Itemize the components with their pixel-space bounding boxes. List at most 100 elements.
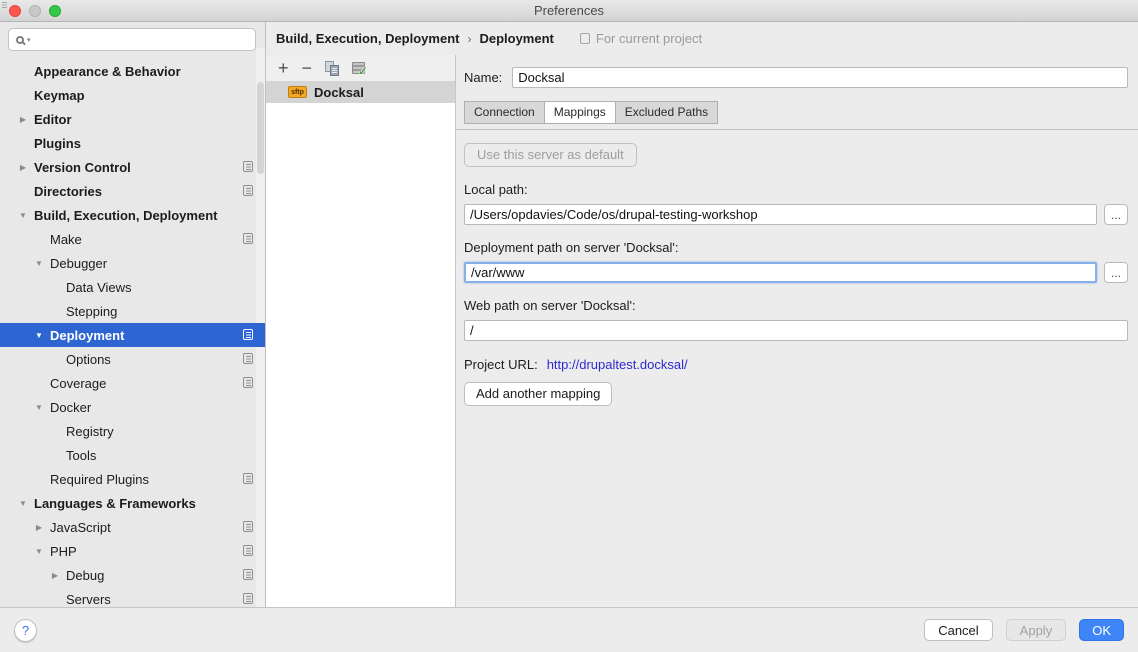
sidebar-item-required-plugins[interactable]: Required Plugins (0, 467, 265, 491)
sidebar-item-label: Build, Execution, Deployment (34, 208, 217, 223)
sidebar-item-label: Make (50, 232, 82, 247)
sidebar-item-data-views[interactable]: Data Views (0, 275, 265, 299)
zoom-window-button[interactable] (49, 5, 61, 17)
per-project-icon (243, 233, 253, 244)
ok-button[interactable]: OK (1079, 619, 1124, 641)
chevron-down-icon[interactable]: ▼ (12, 499, 34, 508)
sidebar-item-label: Debugger (50, 256, 107, 271)
per-project-icon (243, 473, 253, 484)
breadcrumb-section[interactable]: Build, Execution, Deployment (276, 31, 459, 46)
add-icon[interactable]: + (278, 61, 289, 75)
deployment-path-row: ... (464, 262, 1128, 283)
chevron-down-icon[interactable]: ▼ (28, 259, 50, 268)
use-default-button[interactable]: Use this server as default (464, 143, 637, 167)
sidebar-item-plugins[interactable]: Plugins (0, 131, 265, 155)
name-input[interactable] (512, 67, 1128, 88)
sidebar-item-version-control[interactable]: ▶Version Control (0, 155, 265, 179)
local-path-row: ... (464, 204, 1128, 225)
apply-button[interactable]: Apply (1006, 619, 1067, 641)
chevron-right-icon[interactable]: ▶ (12, 163, 34, 172)
name-row: Name: (464, 67, 1128, 88)
per-project-icon (243, 377, 253, 388)
sidebar-item-keymap[interactable]: Keymap (0, 83, 265, 107)
search-options-caret-icon[interactable]: ▾ (27, 36, 31, 44)
add-mapping-button[interactable]: Add another mapping (464, 382, 612, 406)
deployment-path-browse-button[interactable]: ... (1104, 262, 1128, 283)
sidebar-item-deployment[interactable]: ▼Deployment (0, 323, 265, 347)
settings-search-field[interactable]: ▾ (8, 28, 256, 51)
remove-icon[interactable]: − (302, 61, 313, 75)
project-url-row: Project URL: http://drupaltest.docksal/ (464, 357, 1128, 372)
per-project-icon (580, 33, 590, 44)
breadcrumb-separator-icon: › (467, 32, 471, 46)
sidebar-item-directories[interactable]: Directories (0, 179, 265, 203)
chevron-down-icon[interactable]: ▼ (12, 211, 34, 220)
sidebar-item-label: Coverage (50, 376, 106, 391)
sidebar-item-editor[interactable]: ▶Editor (0, 107, 265, 131)
sidebar-item-options[interactable]: Options (0, 347, 265, 371)
sidebar-item-label: Appearance & Behavior (34, 64, 181, 79)
sidebar-item-stepping[interactable]: Stepping (0, 299, 265, 323)
search-input[interactable] (33, 32, 248, 47)
chevron-down-icon[interactable]: ▼ (28, 331, 50, 340)
cancel-button[interactable]: Cancel (924, 619, 992, 641)
sidebar-item-appearance-behavior[interactable]: Appearance & Behavior (0, 59, 265, 83)
content-area: Build, Execution, Deployment › Deploymen… (266, 22, 1138, 607)
help-button[interactable]: ? (14, 619, 37, 642)
chevron-right-icon[interactable]: ▶ (12, 115, 34, 124)
sidebar-item-label: Required Plugins (50, 472, 149, 487)
tab-divider (456, 129, 1138, 130)
footer-bar: ? Cancel Apply OK (0, 607, 1138, 652)
tab-mappings[interactable]: Mappings (544, 101, 616, 124)
deployment-form: Name: ConnectionMappingsExcluded Paths U… (456, 55, 1138, 607)
sidebar-item-label: Registry (66, 424, 114, 439)
sidebar-item-registry[interactable]: Registry (0, 419, 265, 443)
deployment-split: + − sftpDocksal Name: ConnectionMappings… (266, 55, 1138, 607)
sidebar-item-label: Docker (50, 400, 91, 415)
sidebar-item-build-execution-deployment[interactable]: ▼Build, Execution, Deployment (0, 203, 265, 227)
sidebar-item-coverage[interactable]: Coverage (0, 371, 265, 395)
sidebar-item-label: Directories (34, 184, 102, 199)
titlebar: Preferences (0, 0, 1138, 22)
chevron-right-icon[interactable]: ▶ (44, 571, 66, 580)
local-path-input[interactable] (464, 204, 1097, 225)
sidebar-item-docker[interactable]: ▼Docker (0, 395, 265, 419)
sidebar-item-servers[interactable]: Servers (0, 587, 265, 607)
sidebar-item-label: Debug (66, 568, 104, 583)
server-item-docksal[interactable]: sftpDocksal (266, 81, 455, 103)
sidebar-item-php[interactable]: ▼PHP (0, 539, 265, 563)
sidebar-item-debugger[interactable]: ▼Debugger (0, 251, 265, 275)
server-list-panel: + − sftpDocksal (266, 55, 456, 607)
sidebar-item-label: Options (66, 352, 111, 367)
sidebar-item-javascript[interactable]: ▶JavaScript (0, 515, 265, 539)
chevron-right-icon[interactable]: ▶ (28, 523, 50, 532)
sidebar-item-debug[interactable]: ▶Debug (0, 563, 265, 587)
sidebar-item-label: Servers (66, 592, 111, 607)
per-project-icon (243, 353, 253, 364)
sidebar-item-tools[interactable]: Tools (0, 443, 265, 467)
breadcrumb: Build, Execution, Deployment › Deploymen… (266, 22, 1138, 55)
tab-excluded-paths[interactable]: Excluded Paths (615, 101, 718, 124)
sidebar-item-languages-frameworks[interactable]: ▼Languages & Frameworks (0, 491, 265, 515)
sidebar-item-make[interactable]: Make (0, 227, 265, 251)
chevron-down-icon[interactable]: ▼ (28, 547, 50, 556)
sidebar-item-label: Deployment (50, 328, 124, 343)
copy-icon[interactable] (325, 61, 339, 76)
per-project-icon (243, 329, 253, 340)
window-title: Preferences (534, 3, 604, 18)
tab-connection[interactable]: Connection (464, 101, 545, 124)
server-list[interactable]: sftpDocksal (266, 81, 455, 607)
web-path-row (464, 320, 1128, 341)
per-project-icon (243, 161, 253, 172)
name-label: Name: (464, 70, 502, 85)
web-path-input[interactable] (464, 320, 1128, 341)
project-url-link[interactable]: http://drupaltest.docksal/ (547, 357, 688, 372)
local-path-browse-button[interactable]: ... (1104, 204, 1128, 225)
per-project-icon (243, 593, 253, 604)
use-as-default-icon[interactable] (352, 62, 365, 74)
close-window-button[interactable] (9, 5, 21, 17)
deployment-path-input[interactable] (464, 262, 1097, 283)
chevron-down-icon[interactable]: ▼ (28, 403, 50, 412)
main-area: ▾ Appearance & Behavior Keymap▶EditorPlug… (0, 22, 1138, 607)
per-project-icon (243, 185, 253, 196)
